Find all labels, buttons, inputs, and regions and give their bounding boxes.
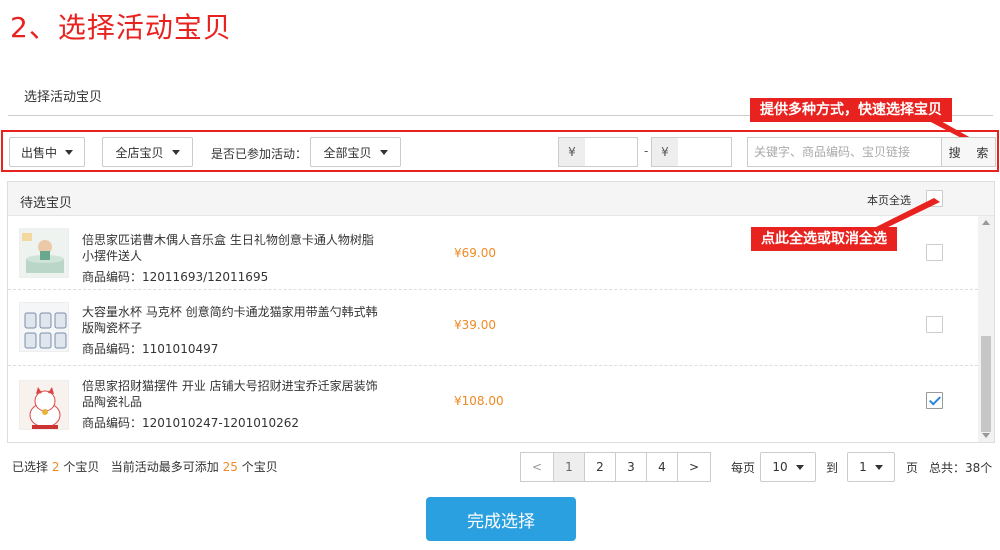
goto-label: 到: [826, 461, 839, 475]
scope-dropdown-label: 全店宝贝: [115, 145, 164, 160]
product-row: 大容量水杯 马克杯 创意简约卡通龙猫家用带盖勺韩式韩版陶瓷杯子 商品编码：110…: [8, 292, 978, 366]
page-button-4[interactable]: 4: [646, 452, 678, 482]
chevron-down-icon: [65, 149, 73, 155]
prev-page-button[interactable]: <: [520, 452, 554, 482]
next-page-button[interactable]: >: [677, 452, 711, 482]
chevron-down-icon: [379, 149, 388, 155]
scroll-down-icon[interactable]: [982, 433, 990, 438]
page-button-3[interactable]: 3: [615, 452, 647, 482]
filter-bar: 出售中 全店宝贝 是否已参加活动： 全部宝贝 ¥ - ¥ 搜 索: [1, 130, 999, 172]
music-box-thumbnail: [19, 228, 69, 278]
status-dropdown[interactable]: 出售中: [9, 137, 85, 167]
product-price: ¥69.00: [454, 246, 496, 260]
scrollbar[interactable]: [978, 216, 994, 442]
joined-activity-label: 是否已参加活动：: [211, 147, 308, 161]
page-unit-label: 页: [906, 461, 919, 475]
product-name[interactable]: 大容量水杯 马克杯 创意简约卡通龙猫家用带盖勺韩式韩版陶瓷杯子: [82, 304, 382, 336]
mug-set-thumbnail: [19, 302, 69, 352]
product-list-panel: 待选宝贝 本页全选 倍思家匹诺曹木偶人音乐盒 生日礼物创意卡通人物树脂小摆件送人…: [7, 181, 995, 443]
selection-summary: 已选择 2 个宝贝 当前活动最多可添加 25 个宝贝: [12, 458, 278, 475]
status-dropdown-label: 出售中: [20, 145, 57, 160]
max-count: 25: [222, 460, 238, 474]
product-code-value: 12011693/12011695: [142, 270, 269, 284]
section-title: 选择活动宝贝: [24, 90, 103, 105]
price-min-input[interactable]: [585, 137, 638, 167]
total-count: 总共：38个: [929, 461, 993, 475]
panel-title: 待选宝贝: [20, 196, 73, 211]
per-page-value: 10: [772, 460, 788, 474]
selected-prefix: 已选择: [12, 460, 49, 474]
product-row: 倍思家招财猫摆件 开业 店铺大号招财进宝乔迁家居装饰品陶瓷礼品 商品编码：120…: [8, 368, 978, 442]
price-max-input[interactable]: [678, 137, 732, 167]
annotation-callout-select-all: 点此全选或取消全选: [751, 227, 897, 251]
page-button-1[interactable]: 1: [553, 452, 585, 482]
product-name[interactable]: 倍思家招财猫摆件 开业 店铺大号招财进宝乔迁家居装饰品陶瓷礼品: [82, 378, 382, 410]
product-checkbox-checked[interactable]: [926, 392, 943, 409]
chevron-down-icon: [795, 464, 804, 470]
yen-icon: ¥: [558, 137, 586, 167]
product-code-value: 1201010247-1201010262: [142, 416, 300, 430]
product-price: ¥108.00: [454, 394, 504, 408]
product-name[interactable]: 倍思家匹诺曹木偶人音乐盒 生日礼物创意卡通人物树脂小摆件送人: [82, 232, 382, 264]
per-page-dropdown[interactable]: 10: [760, 452, 816, 482]
product-code-label: 商品编码：: [82, 416, 143, 430]
scope-dropdown[interactable]: 全店宝贝: [102, 137, 193, 167]
page-heading: 2、选择活动宝贝: [10, 11, 232, 44]
finish-selection-button[interactable]: 完成选择: [426, 497, 576, 541]
goto-page-value: 1: [859, 460, 867, 474]
product-checkbox[interactable]: [926, 244, 943, 261]
pagination: < 1 2 3 4 >: [520, 452, 711, 482]
selected-unit: 个宝贝: [63, 460, 100, 474]
scroll-up-icon[interactable]: [982, 220, 990, 225]
chevron-down-icon: [874, 464, 883, 470]
chevron-down-icon: [171, 149, 180, 155]
annotation-callout-filters: 提供多种方式，快速选择宝贝: [750, 98, 952, 122]
product-code-label: 商品编码：: [82, 270, 143, 284]
product-code-label: 商品编码：: [82, 342, 143, 356]
lucky-cat-thumbnail: [19, 380, 69, 430]
product-price: ¥39.00: [454, 318, 496, 332]
goto-page-dropdown[interactable]: 1: [847, 452, 895, 482]
selected-count: 2: [51, 460, 60, 474]
product-code-value: 1101010497: [142, 342, 219, 356]
search-button[interactable]: 搜 索: [941, 137, 996, 167]
scrollbar-thumb[interactable]: [981, 336, 991, 432]
yen-icon: ¥: [651, 137, 679, 167]
search-input[interactable]: [747, 137, 942, 167]
panel-header: 待选宝贝 本页全选: [8, 182, 994, 216]
product-code: 商品编码：1201010247-1201010262: [82, 414, 299, 431]
joined-activity-dropdown[interactable]: 全部宝贝: [310, 137, 401, 167]
product-checkbox[interactable]: [926, 316, 943, 333]
product-code: 商品编码：12011693/12011695: [82, 268, 268, 285]
product-code: 商品编码：1101010497: [82, 340, 218, 357]
page-button-2[interactable]: 2: [584, 452, 616, 482]
per-page-label: 每页: [731, 461, 756, 475]
price-separator: -: [644, 144, 649, 158]
max-prefix: 当前活动最多可添加: [110, 460, 219, 474]
max-unit: 个宝贝: [241, 460, 278, 474]
joined-activity-dropdown-label: 全部宝贝: [323, 145, 372, 160]
